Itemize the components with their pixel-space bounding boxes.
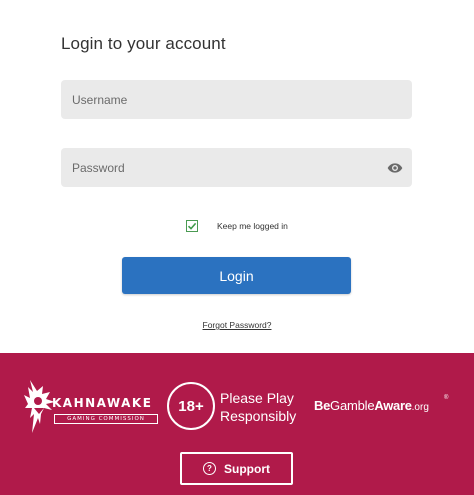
keep-logged-in-row[interactable]: Keep me logged in (186, 219, 288, 233)
support-label: Support (224, 461, 270, 476)
registered-mark: ® (444, 395, 449, 401)
bga-org: .org (411, 402, 429, 413)
password-input[interactable] (61, 148, 412, 187)
keep-logged-in-label: Keep me logged in (217, 221, 288, 231)
login-panel: Login to your account Keep me logged in … (0, 0, 474, 353)
eye-icon[interactable] (387, 160, 403, 176)
kahnawake-sub-box: GAMING COMMISSION (54, 414, 158, 424)
kahnawake-logo[interactable]: KAHNAWAKE GAMING COMMISSION (22, 378, 162, 438)
play-line-1: Please Play (220, 390, 294, 406)
password-field[interactable] (61, 148, 412, 187)
begambleaware-logo[interactable]: BeGambleAware.org (314, 398, 429, 413)
kahnawake-name: KAHNAWAKE (52, 396, 153, 410)
bga-gamble: Gamble (330, 398, 375, 413)
login-button[interactable]: Login (122, 257, 351, 294)
page-title: Login to your account (61, 34, 226, 53)
kahnawake-sub: GAMING COMMISSION (67, 416, 145, 422)
username-input[interactable] (61, 80, 412, 119)
question-circle-icon: ? (203, 462, 216, 475)
age-restriction-badge: 18+ (167, 382, 215, 430)
play-responsibly-text: Please Play Responsibly (220, 389, 296, 425)
forgot-password-link[interactable]: Forgot Password? (0, 320, 474, 330)
keep-logged-in-checkbox[interactable] (186, 220, 198, 232)
play-line-2: Responsibly (220, 408, 297, 424)
bga-aware: Aware (374, 398, 412, 413)
support-button[interactable]: ? Support (180, 452, 293, 485)
checkmark-icon (187, 222, 197, 230)
feather-headdress-icon (24, 380, 55, 433)
bga-be: Be (314, 398, 331, 413)
username-field[interactable] (61, 80, 412, 119)
